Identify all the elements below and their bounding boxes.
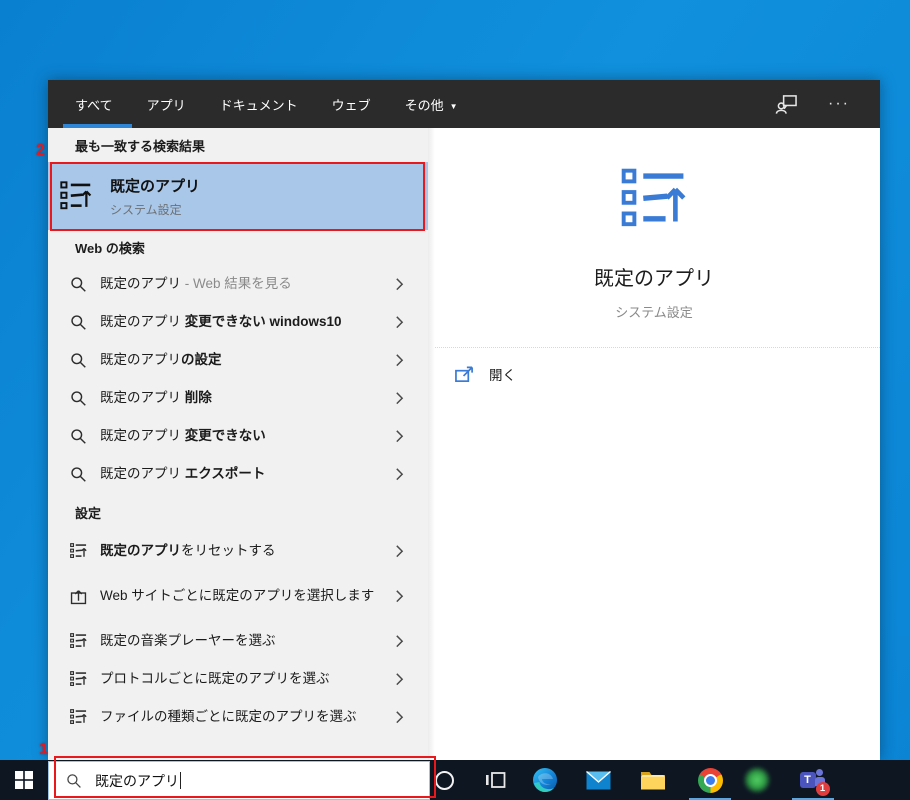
tab-all[interactable]: すべて: [75, 95, 113, 114]
open-website-icon: [70, 588, 87, 605]
best-match-subtitle: システム設定: [110, 202, 182, 217]
windows-logo-icon: [15, 771, 33, 789]
search-icon: [70, 276, 87, 293]
annotation-label-1: 1: [39, 741, 48, 758]
default-apps-icon: [70, 708, 87, 726]
taskbar-item-green-app[interactable]: [733, 760, 781, 800]
task-view-icon: [485, 772, 505, 788]
best-match-header: 最も一致する検索結果: [75, 138, 206, 154]
tab-web[interactable]: ウェブ: [332, 95, 371, 114]
open-action[interactable]: 開く: [428, 348, 880, 384]
best-match-item[interactable]: 既定のアプリ システム設定: [48, 162, 428, 230]
chevron-right-icon: [395, 277, 404, 292]
default-apps-icon: [60, 181, 92, 211]
chevron-right-icon: [395, 634, 404, 649]
open-label: 開く: [489, 368, 516, 383]
taskbar-item-cortana[interactable]: [420, 760, 468, 800]
green-app-icon: [743, 766, 771, 794]
settings-row[interactable]: ファイルの種類ごとに既定のアプリを選ぶ: [48, 698, 428, 736]
text-caret: [180, 771, 181, 789]
settings-row[interactable]: Web サイトごとに既定のアプリを選択します: [48, 570, 428, 622]
web-suggestion-row[interactable]: 既定のアプリ 変更できない windows10: [48, 303, 428, 341]
taskbar: 既定のアプリ T 1: [0, 760, 910, 800]
edge-icon: [533, 768, 557, 793]
preview-title: 既定のアプリ: [594, 268, 714, 290]
preview-subtitle: システム設定: [615, 305, 693, 320]
tab-more[interactable]: その他 ▼: [405, 95, 458, 114]
search-icon: [70, 428, 87, 445]
taskbar-item-teams[interactable]: T 1: [789, 760, 837, 800]
taskbar-item-task-view[interactable]: [471, 760, 519, 800]
search-icon: [70, 466, 87, 483]
chrome-icon: [697, 767, 723, 793]
chevron-right-icon: [395, 589, 404, 604]
search-icon: [70, 314, 87, 331]
open-icon: [455, 365, 474, 383]
chevron-right-icon: [395, 315, 404, 330]
mail-icon: [585, 770, 611, 789]
search-flyout-panel: すべて アプリ ドキュメント ウェブ その他▼ ··· 最も一致する検索結果: [48, 80, 880, 760]
search-icon: [70, 352, 87, 369]
more-options-icon[interactable]: ···: [828, 96, 850, 112]
search-icon: [70, 390, 87, 407]
settings-row[interactable]: プロトコルごとに既定のアプリを選ぶ: [48, 660, 428, 698]
web-suggestion-row[interactable]: 既定のアプリ 変更できない: [48, 417, 428, 455]
search-tabs: すべて アプリ ドキュメント ウェブ その他 ▼: [75, 95, 458, 114]
search-input-value: 既定のアプリ: [95, 771, 181, 789]
web-suggestion-row[interactable]: 既定のアプリの設定: [48, 341, 428, 379]
settings-row[interactable]: 既定のアプリをリセットする: [48, 532, 428, 570]
default-apps-icon: [70, 632, 87, 650]
cortana-icon: [434, 770, 454, 790]
web-suggestion-row[interactable]: 既定のアプリ 削除: [48, 379, 428, 417]
chevron-down-icon: ▼: [449, 101, 458, 111]
chevron-right-icon: [395, 391, 404, 406]
feedback-icon[interactable]: [775, 94, 798, 115]
chevron-right-icon: [395, 429, 404, 444]
preview-pane: 既定のアプリ システム設定 開く: [428, 128, 880, 760]
web-suggestion-row[interactable]: 既定のアプリ - Web 結果を見る: [48, 265, 428, 303]
default-apps-icon-large: [621, 168, 687, 227]
chevron-right-icon: [395, 467, 404, 482]
teams-icon: T 1: [799, 768, 830, 796]
notification-badge: 1: [815, 781, 830, 796]
annotation-label-2: 2: [36, 142, 45, 159]
settings-header: 設定: [75, 506, 102, 521]
tab-apps[interactable]: アプリ: [147, 95, 186, 114]
tab-documents[interactable]: ドキュメント: [220, 95, 298, 114]
chevron-right-icon: [395, 710, 404, 725]
results-list: 最も一致する検索結果 既定のアプリ システム設定 Web の検索 既定のアプリ …: [48, 128, 428, 760]
chevron-right-icon: [395, 544, 404, 559]
chevron-right-icon: [395, 672, 404, 687]
web-search-header: Web の検索: [75, 241, 145, 256]
start-button[interactable]: [0, 760, 48, 800]
search-header: すべて アプリ ドキュメント ウェブ その他 ▼ ···: [48, 80, 880, 128]
settings-row[interactable]: 既定の音楽プレーヤーを選ぶ: [48, 622, 428, 660]
default-apps-icon: [70, 670, 87, 688]
taskbar-item-file-explorer[interactable]: [629, 760, 677, 800]
taskbar-item-mail[interactable]: [574, 760, 622, 800]
file-explorer-icon: [641, 771, 665, 789]
taskbar-item-edge[interactable]: [521, 760, 569, 800]
chevron-right-icon: [395, 353, 404, 368]
best-match-title: 既定のアプリ: [110, 177, 201, 195]
default-apps-icon: [70, 542, 87, 560]
search-icon: [66, 773, 82, 789]
taskbar-item-chrome[interactable]: [686, 760, 734, 800]
web-suggestion-row[interactable]: 既定のアプリ エクスポート: [48, 455, 428, 493]
taskbar-search-input[interactable]: 既定のアプリ: [48, 761, 430, 800]
